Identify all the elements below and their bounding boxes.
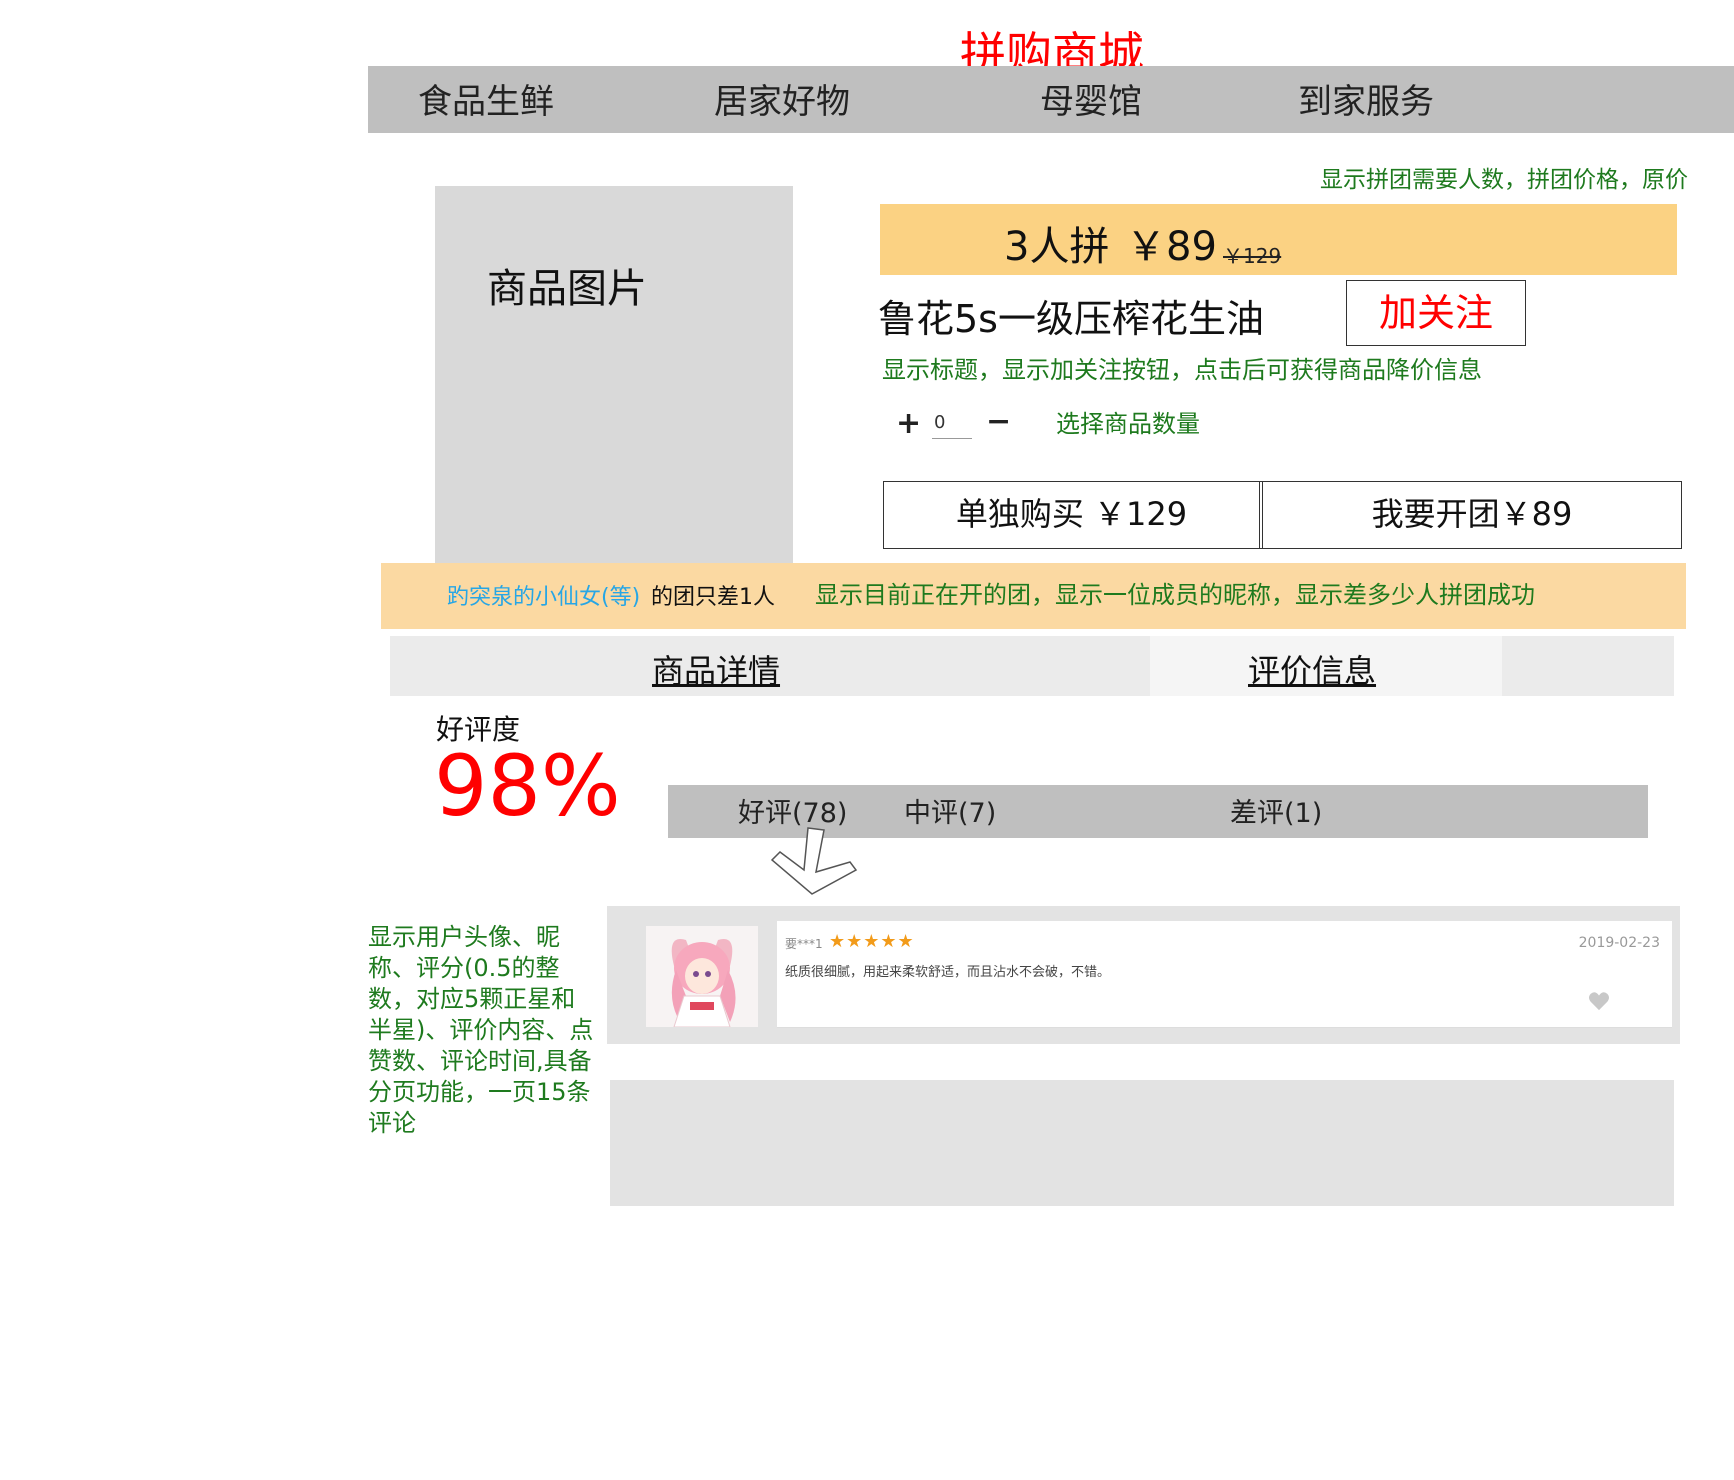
rating-value: 98% [434, 737, 621, 835]
review-content: 纸质很细腻，用起来柔软舒适，而且沾水不会破，不错。 [785, 965, 1111, 980]
buy-single-button[interactable]: 单独购买 ￥129 [884, 482, 1259, 548]
nav-item-baby[interactable]: 母婴馆 [1040, 74, 1142, 123]
filter-negative[interactable]: 差评(1) [1230, 791, 1322, 830]
product-image: 商品图片 [435, 186, 793, 565]
open-group-bar: 趵突泉的小仙女(等) 的团只差1人 显示目前正在开的团，显示一位成员的昵称，显示… [381, 563, 1686, 629]
nav-item-service[interactable]: 到家服务 [1298, 74, 1434, 123]
title-note: 显示标题，显示加关注按钮，点击后可获得商品降价信息 [882, 356, 1482, 384]
quantity-note: 选择商品数量 [1056, 410, 1200, 438]
price-note: 显示拼团需要人数，拼团价格，原价 [1320, 167, 1688, 193]
product-image-label: 商品图片 [487, 266, 647, 312]
filter-neutral[interactable]: 中评(7) [904, 791, 996, 830]
original-price: ￥129 [1223, 244, 1282, 268]
nav-item-food[interactable]: 食品生鲜 [418, 74, 554, 123]
follow-button[interactable]: 加关注 [1346, 280, 1526, 346]
tabs-bar: 商品详情 评价信息 [390, 636, 1674, 696]
nav-bar: 食品生鲜 居家好物 母婴馆 到家服务 [368, 66, 1734, 133]
minus-icon[interactable]: − [986, 404, 1011, 439]
buy-group-button[interactable]: 我要开团￥89 [1263, 482, 1681, 548]
nav-item-home[interactable]: 居家好物 [714, 74, 850, 123]
filter-positive[interactable]: 好评(78) [738, 791, 847, 830]
review-card: 要***1 ★★★★★ 2019-02-23 纸质很细腻，用起来柔软舒适，而且沾… [777, 921, 1672, 1028]
down-arrow-icon [770, 827, 858, 895]
open-group-note: 显示目前正在开的团，显示一位成员的昵称，显示差多少人拼团成功 [815, 581, 1535, 609]
tab-product-details[interactable]: 商品详情 [652, 646, 780, 692]
heart-icon[interactable] [1588, 991, 1610, 1011]
avatar [646, 926, 758, 1027]
product-title: 鲁花5s一级压榨花生油 [878, 297, 1264, 341]
group-price: ￥89 [1126, 224, 1217, 270]
review-list: 要***1 ★★★★★ 2019-02-23 纸质很细腻，用起来柔软舒适，而且沾… [607, 906, 1680, 1044]
avatar-illustration [646, 926, 758, 1027]
review-date: 2019-02-23 [1578, 935, 1660, 951]
tab-reviews[interactable]: 评价信息 [1248, 646, 1376, 692]
price-bar: 3人拼 ￥89 ￥129 [880, 204, 1677, 275]
group-member-nickname[interactable]: 趵突泉的小仙女(等) [447, 579, 640, 611]
review-note: 显示用户头像、昵称、评分(0.5的整数，对应5颗正星和半星)、评价内容、点赞数、… [368, 923, 594, 1137]
quantity-input[interactable] [932, 406, 972, 439]
review-username: 要***1 [785, 937, 823, 951]
buy-buttons: 单独购买 ￥129 我要开团￥89 [883, 481, 1682, 549]
group-remaining-text: 的团只差1人 [651, 585, 775, 610]
group-size: 3人拼 [1004, 224, 1110, 270]
review-pagination-panel [610, 1080, 1674, 1206]
star-icon: ★★★★★ [829, 931, 915, 952]
plus-icon[interactable]: + [896, 406, 921, 441]
